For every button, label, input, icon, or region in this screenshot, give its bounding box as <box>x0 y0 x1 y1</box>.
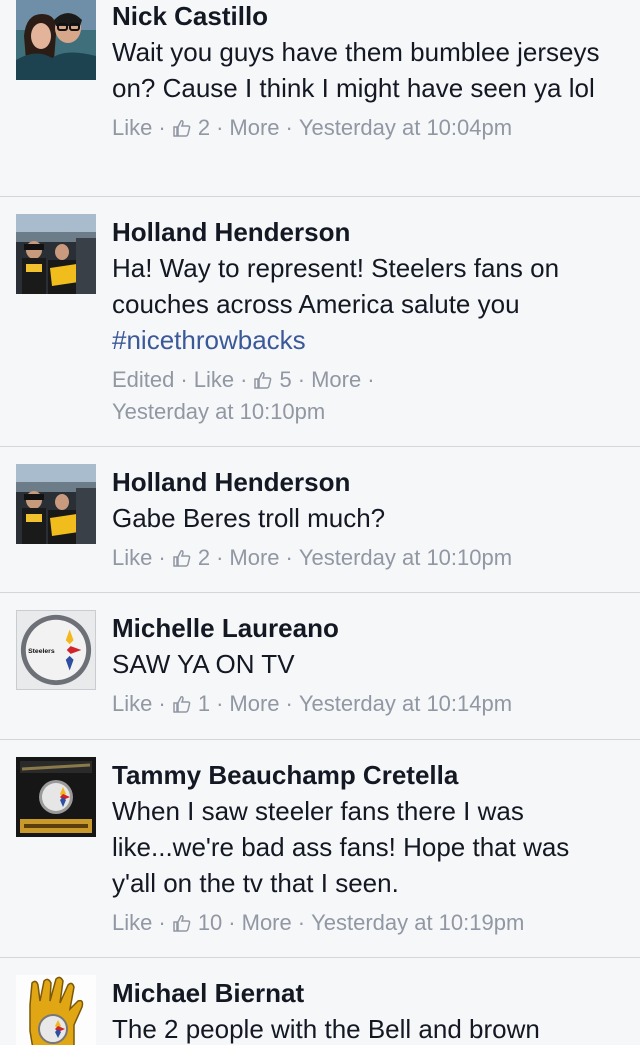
like-link[interactable]: Like <box>194 367 234 392</box>
avatar[interactable] <box>16 757 96 837</box>
thumbs-up-icon <box>172 120 191 137</box>
avatar[interactable]: Steelers <box>16 610 96 690</box>
couple-selfie-photo-icon <box>16 0 96 80</box>
comment-feed: Nick Castillo Wait you guys have them bu… <box>0 0 640 1045</box>
comment-text: The 2 people with the Bell and brown <box>112 1014 540 1044</box>
comment-author[interactable]: Holland Henderson <box>112 216 616 248</box>
comment-actions: Like · 10 · More · Yesterday at 10:19pm <box>112 910 525 935</box>
thumbs-up-icon <box>172 696 191 713</box>
comment-actions: Edited · Like · 5 · More · <box>112 367 375 392</box>
avatar[interactable] <box>16 464 96 544</box>
steelers-glove-logo-icon <box>16 975 96 1045</box>
thumbs-up-icon <box>172 915 191 932</box>
comment-author[interactable]: Nick Castillo <box>112 0 616 32</box>
like-count[interactable]: 2 <box>172 545 210 570</box>
like-link[interactable]: Like <box>112 545 152 570</box>
like-link[interactable]: Like <box>112 910 152 935</box>
comment-item: Steelers Michelle Laureano SAW YA ON TV … <box>0 593 640 740</box>
like-link[interactable]: Like <box>112 691 152 716</box>
timestamp[interactable]: Yesterday at 10:19pm <box>311 910 524 935</box>
more-link[interactable]: More <box>229 691 279 716</box>
comment-actions: Like · 2 · More · Yesterday at 10:04pm <box>112 115 513 140</box>
comment-text: When I saw steeler fans there I was like… <box>112 796 570 898</box>
svg-text:Steelers: Steelers <box>28 648 55 655</box>
comment-text: Wait you guys have them bumblee jerseys … <box>112 37 600 103</box>
comment-actions: Like · 1 · More · Yesterday at 10:14pm <box>112 691 513 716</box>
more-link[interactable]: More <box>229 545 279 570</box>
timestamp[interactable]: Yesterday at 10:14pm <box>299 691 512 716</box>
steelers-dark-logo-icon <box>16 757 96 837</box>
comment-item: Michael Biernat The 2 people with the Be… <box>0 958 640 1045</box>
like-link[interactable]: Like <box>112 115 152 140</box>
steelers-logo-icon: Steelers <box>20 614 92 686</box>
comment-item: Holland Henderson Gabe Beres troll much?… <box>0 447 640 593</box>
comment-text: Gabe Beres troll much? <box>112 503 386 533</box>
avatar[interactable] <box>16 214 96 294</box>
like-count[interactable]: 10 <box>172 910 222 935</box>
comment-actions: Like · 2 · More · Yesterday at 10:10pm <box>112 545 513 570</box>
more-link[interactable]: More <box>242 910 292 935</box>
avatar[interactable] <box>16 975 96 1045</box>
timestamp[interactable]: Yesterday at 10:10pm <box>112 396 616 428</box>
comment-item: Nick Castillo Wait you guys have them bu… <box>0 0 640 197</box>
comment-author[interactable]: Michelle Laureano <box>112 612 616 644</box>
avatar[interactable] <box>16 0 96 80</box>
comment-item: Tammy Beauchamp Cretella When I saw stee… <box>0 740 640 958</box>
like-count[interactable]: 5 <box>253 367 292 392</box>
edited-label[interactable]: Edited <box>112 367 174 392</box>
thumbs-up-icon <box>172 550 191 567</box>
timestamp[interactable]: Yesterday at 10:10pm <box>299 545 512 570</box>
more-link[interactable]: More <box>311 367 361 392</box>
comment-author[interactable]: Michael Biernat <box>112 977 616 1009</box>
stadium-fans-photo-icon <box>16 464 96 544</box>
like-count[interactable]: 1 <box>172 691 210 716</box>
timestamp[interactable]: Yesterday at 10:04pm <box>299 115 512 140</box>
stadium-fans-photo-icon <box>16 214 96 294</box>
comment-author[interactable]: Holland Henderson <box>112 466 616 498</box>
comment-text: Ha! Way to represent! Steelers fans on c… <box>112 253 560 355</box>
thumbs-up-icon <box>254 372 272 389</box>
comment-author[interactable]: Tammy Beauchamp Cretella <box>112 759 616 791</box>
more-link[interactable]: More <box>229 115 279 140</box>
hashtag-link[interactable]: #nicethrowbacks <box>112 325 306 355</box>
like-count[interactable]: 2 <box>172 115 210 140</box>
comment-item: Holland Henderson Ha! Way to represent! … <box>0 197 640 447</box>
comment-text: SAW YA ON TV <box>112 649 295 679</box>
